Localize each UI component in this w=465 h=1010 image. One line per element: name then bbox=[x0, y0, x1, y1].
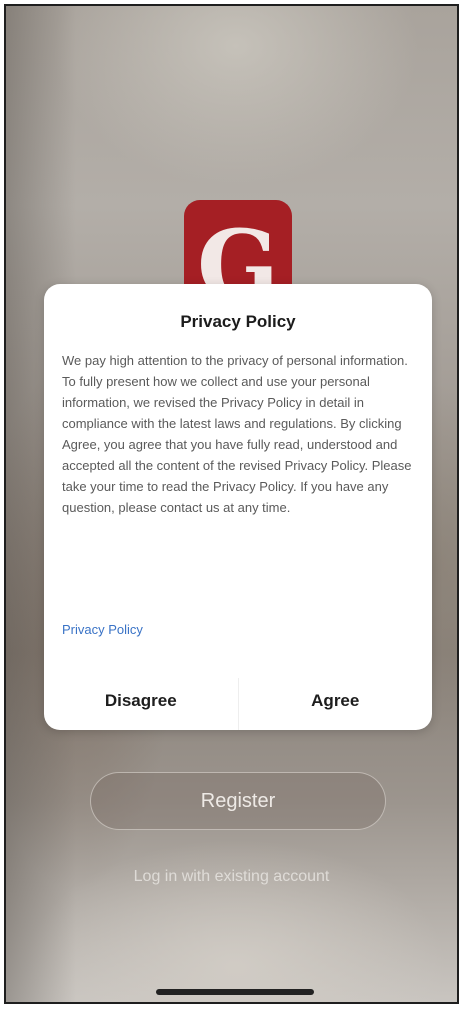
login-existing-account-link[interactable]: Log in with existing account bbox=[6, 868, 457, 886]
dialog-title: Privacy Policy bbox=[180, 312, 296, 331]
disagree-button[interactable]: Disagree bbox=[44, 672, 238, 730]
privacy-policy-dialog: Privacy Policy We pay high attention to … bbox=[44, 284, 432, 730]
privacy-policy-link[interactable]: Privacy Policy bbox=[62, 622, 143, 637]
phone-screen: G Register Log in with existing account … bbox=[4, 4, 459, 1004]
dialog-body-text: We pay high attention to the privacy of … bbox=[62, 353, 412, 515]
dialog-button-row: Disagree Agree bbox=[44, 672, 432, 730]
home-indicator[interactable] bbox=[156, 989, 314, 995]
register-button[interactable]: Register bbox=[90, 772, 386, 830]
agree-button[interactable]: Agree bbox=[239, 672, 433, 730]
